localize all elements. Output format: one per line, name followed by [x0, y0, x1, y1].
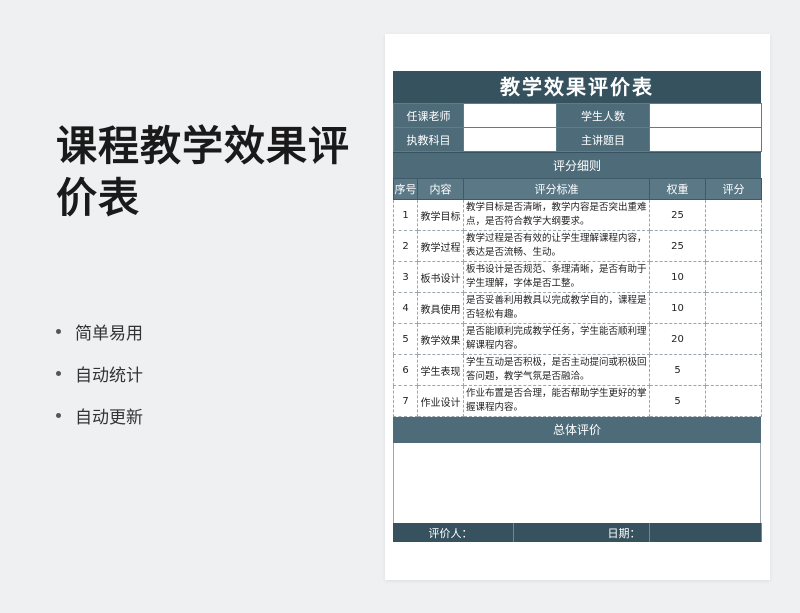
- students-label: 学生人数: [556, 103, 650, 128]
- row-score-cell[interactable]: [705, 292, 762, 324]
- row-number: 3: [393, 261, 418, 293]
- hero-title: 课程教学效果评价表: [56, 122, 350, 222]
- row-item: 学生表现: [417, 354, 464, 386]
- row-score-cell[interactable]: [705, 230, 762, 262]
- date-label: 日期：: [513, 523, 650, 542]
- row-number: 5: [393, 323, 418, 355]
- row-score-cell[interactable]: [705, 323, 762, 355]
- table-row: 7 作业设计 作业布置是否合理，能否帮助学生更好的掌握课程内容。 5: [393, 385, 762, 417]
- info-table: 任课老师 学生人数 执教科目 主讲题目: [393, 103, 762, 152]
- summary-heading: 总体评价: [393, 417, 761, 443]
- date-field[interactable]: [649, 523, 762, 542]
- subject-label: 执教科目: [393, 127, 464, 152]
- row-criteria: 教学过程是否有效的让学生理解课程内容，表达是否流畅、生动。: [463, 230, 650, 262]
- teacher-label: 任课老师: [393, 103, 464, 128]
- footer-table: 评价人： 日期：: [393, 523, 762, 542]
- bullet-icon: [56, 412, 61, 418]
- bullet-icon: [56, 370, 61, 376]
- detail-heading: 评分细则: [393, 152, 761, 178]
- row-weight: 5: [649, 354, 706, 386]
- document-preview: 教学效果评价表 任课老师 学生人数 执教科目 主讲题目 评分细则 序号 内容 评…: [385, 34, 770, 580]
- row-weight: 20: [649, 323, 706, 355]
- row-weight: 25: [649, 230, 706, 262]
- feature-list: 简单易用 自动统计 自动更新: [56, 310, 143, 436]
- column-header: 内容: [417, 178, 464, 200]
- row-item: 教具使用: [417, 292, 464, 324]
- table-row: 2 教学过程 教学过程是否有效的让学生理解课程内容，表达是否流畅、生动。 25: [393, 230, 762, 262]
- table-header-row: 序号 内容 评分标准 权重 评分: [393, 178, 762, 200]
- column-header: 评分: [705, 178, 762, 200]
- teacher-field[interactable]: [463, 103, 557, 128]
- row-number: 6: [393, 354, 418, 386]
- row-weight: 10: [649, 292, 706, 324]
- feature-label: 简单易用: [75, 323, 143, 344]
- column-header: 序号: [393, 178, 418, 200]
- column-header: 评分标准: [463, 178, 650, 200]
- row-score-cell[interactable]: [705, 261, 762, 293]
- row-score-cell[interactable]: [705, 354, 762, 386]
- row-weight: 10: [649, 261, 706, 293]
- feature-label: 自动更新: [75, 407, 143, 428]
- evaluator-label: 评价人：: [393, 523, 514, 542]
- sheet-title: 教学效果评价表: [393, 71, 761, 103]
- column-header: 权重: [649, 178, 706, 200]
- subject-field[interactable]: [463, 127, 557, 152]
- feature-item: 自动更新: [56, 394, 143, 436]
- table-row: 3 板书设计 板书设计是否规范、条理清晰，是否有助于学生理解，字体是否工整。 1…: [393, 261, 762, 293]
- row-weight: 25: [649, 199, 706, 231]
- row-item: 教学效果: [417, 323, 464, 355]
- row-item: 教学目标: [417, 199, 464, 231]
- row-score-cell[interactable]: [705, 385, 762, 417]
- summary-field[interactable]: [393, 443, 761, 523]
- row-item: 作业设计: [417, 385, 464, 417]
- row-number: 2: [393, 230, 418, 262]
- row-number: 4: [393, 292, 418, 324]
- row-criteria: 教学目标是否清晰，教学内容是否突出重难点，是否符合教学大纲要求。: [463, 199, 650, 231]
- table-row: 4 教具使用 是否妥善利用教具以完成教学目的，课程是否轻松有趣。 10: [393, 292, 762, 324]
- bullet-icon: [56, 328, 61, 334]
- table-row: 5 教学效果 是否能顺利完成教学任务，学生能否顺利理解课程内容。 20: [393, 323, 762, 355]
- row-number: 7: [393, 385, 418, 417]
- topic-label: 主讲题目: [556, 127, 650, 152]
- table-row: 6 学生表现 学生互动是否积极，是否主动提问或积极回答问题，教学气氛是否融洽。 …: [393, 354, 762, 386]
- row-number: 1: [393, 199, 418, 231]
- row-criteria: 板书设计是否规范、条理清晰，是否有助于学生理解，字体是否工整。: [463, 261, 650, 293]
- feature-item: 简单易用: [56, 310, 143, 352]
- row-item: 教学过程: [417, 230, 464, 262]
- topic-field[interactable]: [649, 127, 762, 152]
- row-criteria: 作业布置是否合理，能否帮助学生更好的掌握课程内容。: [463, 385, 650, 417]
- evaluation-sheet: 教学效果评价表 任课老师 学生人数 执教科目 主讲题目 评分细则 序号 内容 评…: [393, 71, 762, 542]
- row-weight: 5: [649, 385, 706, 417]
- row-criteria: 是否妥善利用教具以完成教学目的，课程是否轻松有趣。: [463, 292, 650, 324]
- row-criteria: 学生互动是否积极，是否主动提问或积极回答问题，教学气氛是否融洽。: [463, 354, 650, 386]
- feature-label: 自动统计: [75, 365, 143, 386]
- table-row: 1 教学目标 教学目标是否清晰，教学内容是否突出重难点，是否符合教学大纲要求。 …: [393, 199, 762, 231]
- row-score-cell[interactable]: [705, 199, 762, 231]
- feature-item: 自动统计: [56, 352, 143, 394]
- row-criteria: 是否能顺利完成教学任务，学生能否顺利理解课程内容。: [463, 323, 650, 355]
- students-field[interactable]: [649, 103, 762, 128]
- criteria-table: 序号 内容 评分标准 权重 评分 1 教学目标 教学目标是否清晰，教学内容是否突…: [393, 178, 762, 417]
- row-item: 板书设计: [417, 261, 464, 293]
